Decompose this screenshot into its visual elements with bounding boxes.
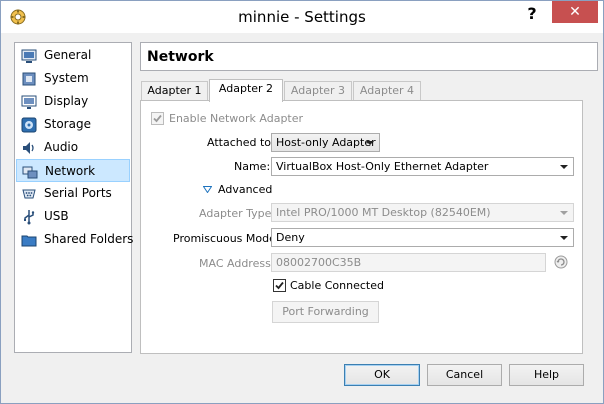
display-icon xyxy=(21,95,37,109)
chevron-down-icon xyxy=(366,141,374,145)
dialog-body: General System Display Storage Audio Net… xyxy=(1,33,603,403)
section-title-box: Network xyxy=(140,42,598,71)
refresh-mac-icon[interactable] xyxy=(554,255,568,269)
close-window-button[interactable]: ✕ xyxy=(552,1,598,23)
tab-adapter-2[interactable]: Adapter 2 xyxy=(209,79,283,102)
page-title: Network xyxy=(147,49,214,65)
sidebar-item-label: Serial Ports xyxy=(44,186,112,200)
chevron-down-icon xyxy=(560,211,568,215)
sidebar-item-usb[interactable]: USB xyxy=(16,205,130,228)
sidebar-item-label: Display xyxy=(44,94,89,108)
sidebar-item-shared-folders[interactable]: Shared Folders xyxy=(16,228,134,251)
adapter-name-value: VirtualBox Host-Only Ethernet Adapter xyxy=(276,160,489,173)
sidebar-item-label: System xyxy=(44,71,89,85)
cancel-button[interactable]: Cancel xyxy=(427,364,502,386)
advanced-label: Advanced xyxy=(218,183,273,196)
cable-connected-label: Cable Connected xyxy=(290,279,384,292)
enable-adapter-checkbox[interactable] xyxy=(151,112,164,125)
checkmark-icon xyxy=(275,281,284,290)
window-title: minnie - Settings xyxy=(238,8,366,26)
mac-address-field[interactable]: 08002700C35B xyxy=(271,253,546,272)
promiscuous-mode-select[interactable]: Deny xyxy=(271,228,574,247)
ok-button[interactable]: OK xyxy=(344,364,420,386)
sidebar-item-storage[interactable]: Storage xyxy=(16,113,130,136)
mac-address-label: MAC Address: xyxy=(199,257,275,270)
enable-adapter-label: Enable Network Adapter xyxy=(169,112,304,125)
sidebar-item-label: Storage xyxy=(44,117,91,131)
system-icon xyxy=(22,72,36,86)
adapter-type-select[interactable]: Intel PRO/1000 MT Desktop (82540EM) xyxy=(271,203,574,222)
advanced-toggle[interactable]: Advanced xyxy=(203,182,273,198)
general-icon xyxy=(21,49,37,63)
usb-icon xyxy=(24,210,35,225)
attached-to-label: Attached to: xyxy=(207,136,275,149)
title-bar: minnie - Settings ? ✕ xyxy=(1,1,603,33)
sidebar-item-serial-ports[interactable]: Serial Ports xyxy=(16,182,130,205)
tab-adapter-1[interactable]: Adapter 1 xyxy=(141,81,208,101)
audio-icon xyxy=(23,142,34,154)
sidebar-item-label: Network xyxy=(45,164,96,178)
sidebar-item-general[interactable]: General xyxy=(16,44,130,67)
serial-ports-icon xyxy=(22,189,36,199)
adapter-type-label: Adapter Type: xyxy=(199,207,276,220)
promiscuous-mode-value: Deny xyxy=(276,231,305,244)
sidebar-item-label: Audio xyxy=(44,140,79,154)
attached-to-value: Host-only Adapter xyxy=(276,136,376,149)
attached-to-select[interactable]: Host-only Adapter xyxy=(271,133,380,152)
adapter-name-select[interactable]: VirtualBox Host-Only Ethernet Adapter xyxy=(271,157,574,176)
adapter-type-value: Intel PRO/1000 MT Desktop (82540EM) xyxy=(276,206,491,219)
sidebar-item-display[interactable]: Display xyxy=(16,90,130,113)
chevron-down-icon xyxy=(560,165,568,169)
sidebar-item-label: USB xyxy=(44,209,69,223)
sidebar-item-audio[interactable]: Audio xyxy=(16,136,130,159)
tab-adapter-4[interactable]: Adapter 4 xyxy=(353,81,421,101)
help-titlebar-button[interactable]: ? xyxy=(519,3,545,25)
storage-icon xyxy=(21,117,37,133)
checkmark-icon xyxy=(153,114,162,123)
cable-connected-checkbox[interactable] xyxy=(273,279,286,292)
promiscuous-mode-label: Promiscuous Mode: xyxy=(173,232,280,245)
settings-sidebar: General System Display Storage Audio Net… xyxy=(14,42,134,353)
chevron-down-icon xyxy=(560,236,568,240)
tab-adapter-3[interactable]: Adapter 3 xyxy=(284,81,352,101)
expand-triangle-icon xyxy=(203,186,212,193)
sidebar-item-network[interactable]: Network xyxy=(16,159,130,182)
sidebar-item-label: General xyxy=(44,48,92,62)
sidebar-item-label: Shared Folders xyxy=(44,232,134,246)
settings-window: minnie - Settings ? ✕ General System Dis… xyxy=(0,0,604,404)
name-label: Name: xyxy=(234,160,271,173)
network-icon xyxy=(22,166,38,179)
adapter-panel: Enable Network Adapter Attached to: Host… xyxy=(140,100,583,354)
shared-folders-icon xyxy=(21,235,37,247)
sidebar-item-system[interactable]: System xyxy=(16,67,130,90)
help-button[interactable]: Help xyxy=(509,364,584,386)
port-forwarding-button[interactable]: Port Forwarding xyxy=(272,301,379,323)
